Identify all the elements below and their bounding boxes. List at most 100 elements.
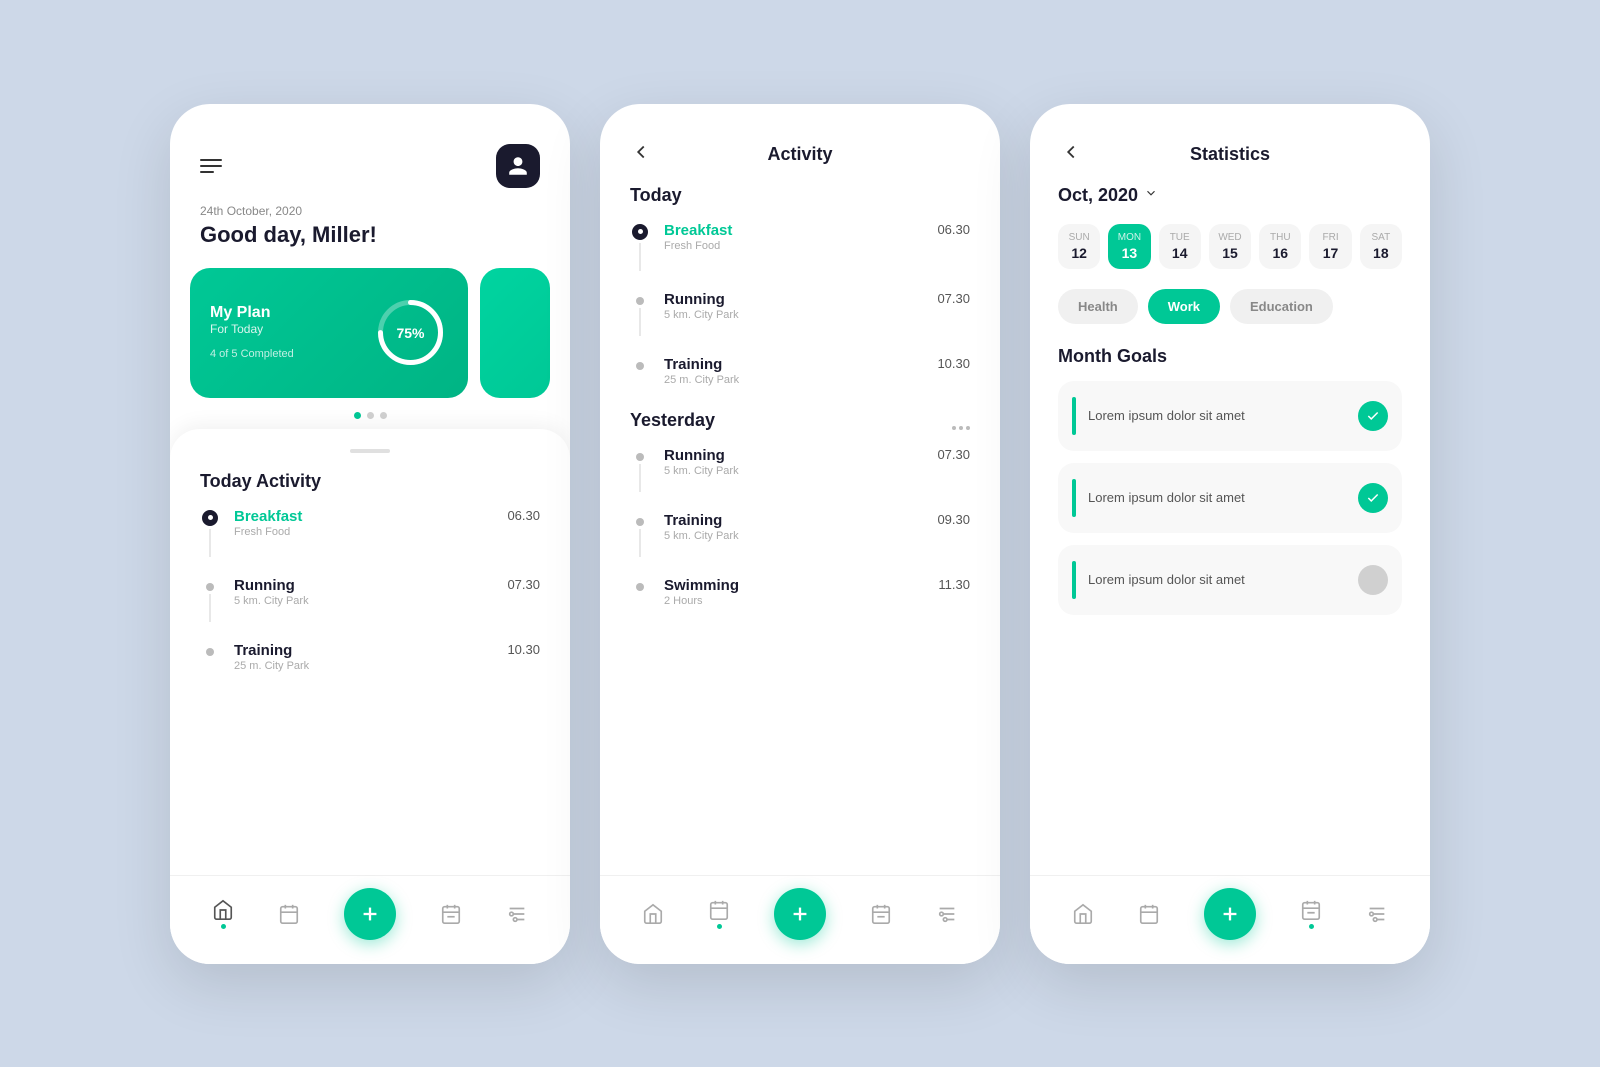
date-label: 24th October, 2020 (200, 204, 540, 218)
hamburger-menu[interactable] (200, 159, 222, 173)
goal-bar-2 (1072, 479, 1076, 517)
cal-day-name-mon: MON (1112, 232, 1146, 243)
nav-calendar-dot-2 (717, 924, 722, 929)
list-item: Running 5 km. City Park 07.30 (200, 577, 540, 622)
cal-day-num-sun: 12 (1062, 245, 1096, 261)
back-button-2[interactable] (630, 141, 652, 168)
dot-3[interactable] (380, 412, 387, 419)
yesterday-label: Yesterday (630, 410, 715, 431)
three-dots-menu[interactable] (952, 426, 970, 430)
list-item: Swimming 2 Hours 11.30 (630, 577, 970, 607)
cal-day-name-wed: WED (1213, 232, 1247, 243)
cal-day-num-sat: 18 (1364, 245, 1398, 261)
act-content-2: Running 5 km. City Park (234, 577, 507, 607)
phone-1: 24th October, 2020 Good day, Miller! My … (170, 104, 570, 964)
list-item: Running 5 km. City Park 07.30 (630, 447, 970, 492)
nav-add-button-2[interactable] (774, 888, 826, 940)
plan-title: My Plan (210, 304, 294, 322)
nav-home-3[interactable] (1072, 903, 1094, 925)
act-sub-y3: 2 Hours (664, 595, 938, 607)
act-time-t2: 07.30 (937, 291, 970, 306)
chevron-down-icon[interactable] (1144, 186, 1158, 205)
act-content-y2: Training 5 km. City Park (664, 512, 937, 542)
goal-check-3[interactable] (1358, 565, 1388, 595)
act-circle-dot-2 (206, 583, 214, 591)
act-name-t1: Breakfast (664, 222, 937, 239)
plan-card-text: My Plan For Today 4 of 5 Completed (210, 304, 294, 362)
nav-settings[interactable] (506, 903, 528, 925)
nav-tasks-3[interactable] (1300, 899, 1322, 929)
cal-day-num-fri: 17 (1313, 245, 1347, 261)
tab-health[interactable]: Health (1058, 289, 1138, 324)
act-sub-t3: 25 m. City Park (664, 374, 937, 386)
act-content-1: Breakfast Fresh Food (234, 508, 507, 538)
bottom-nav-2 (600, 875, 1000, 964)
back-button-3[interactable] (1060, 141, 1082, 168)
goal-check-2[interactable] (1358, 483, 1388, 513)
tab-work[interactable]: Work (1148, 289, 1220, 324)
nav-settings-2[interactable] (936, 903, 958, 925)
nav-add-button[interactable] (344, 888, 396, 940)
greeting-section: 24th October, 2020 Good day, Miller! (170, 204, 570, 268)
act-name-2: Running (234, 577, 507, 594)
act-icon-y2 (630, 514, 650, 557)
cal-day-name-fri: FRI (1313, 232, 1347, 243)
goal-check-1[interactable] (1358, 401, 1388, 431)
cal-day-sat[interactable]: SAT 18 (1360, 224, 1402, 269)
act-icon-t2 (630, 293, 650, 336)
cal-day-fri[interactable]: FRI 17 (1309, 224, 1351, 269)
nav-settings-3[interactable] (1366, 903, 1388, 925)
avatar-button[interactable] (496, 144, 540, 188)
nav-tasks-dot-3 (1309, 924, 1314, 929)
act-content-y1: Running 5 km. City Park (664, 447, 937, 477)
cal-day-num-mon: 13 (1112, 245, 1146, 261)
act-content-t2: Running 5 km. City Park (664, 291, 937, 321)
tab-education[interactable]: Education (1230, 289, 1333, 324)
nav-tasks[interactable] (440, 903, 462, 925)
cal-day-thu[interactable]: THU 16 (1259, 224, 1301, 269)
nav-calendar[interactable] (278, 903, 300, 925)
act-sub-3: 25 m. City Park (234, 660, 507, 672)
nav-home-dot (221, 924, 226, 929)
act-icon-t1 (630, 224, 650, 271)
act-name-y2: Training (664, 512, 937, 529)
activity-panel: Today Activity Breakfast Fresh Food 06.3… (170, 429, 570, 875)
today-label: Today (630, 185, 970, 206)
nav-home[interactable] (212, 899, 234, 929)
cal-day-tue[interactable]: TUE 14 (1159, 224, 1201, 269)
act-circle-t2 (636, 297, 644, 305)
goal-item-2: Lorem ipsum dolor sit amet (1058, 463, 1402, 533)
cal-day-wed[interactable]: WED 15 (1209, 224, 1251, 269)
act-circle-y2 (636, 518, 644, 526)
month-row: Oct, 2020 (1058, 185, 1402, 206)
act-name-y3: Swimming (664, 577, 938, 594)
plan-card[interactable]: My Plan For Today 4 of 5 Completed 75% (190, 268, 468, 398)
goal-bar-3 (1072, 561, 1076, 599)
act-name-t2: Running (664, 291, 937, 308)
act-time-1: 06.30 (507, 508, 540, 523)
act-time-y3: 11.30 (938, 577, 970, 592)
phone3-header: Statistics (1030, 104, 1430, 185)
phone-2: Activity Today Breakfast Fresh Food 06.3… (600, 104, 1000, 964)
bottom-nav-3 (1030, 875, 1430, 964)
act-icon-2 (200, 579, 220, 622)
greeting-text: Good day, Miller! (200, 222, 540, 248)
nav-home-2[interactable] (642, 903, 664, 925)
act-content-3: Training 25 m. City Park (234, 642, 507, 672)
act-sub-1: Fresh Food (234, 526, 507, 538)
nav-calendar-3[interactable] (1138, 903, 1160, 925)
activity-content: Today Breakfast Fresh Food 06.30 (600, 185, 1000, 875)
plus-icon-3 (1219, 903, 1241, 925)
nav-tasks-2[interactable] (870, 903, 892, 925)
plan-card-mini (480, 268, 550, 398)
dot-2[interactable] (367, 412, 374, 419)
drag-handle[interactable] (350, 449, 390, 453)
goal-item-3: Lorem ipsum dolor sit amet (1058, 545, 1402, 615)
dot-1[interactable] (354, 412, 361, 419)
nav-add-button-3[interactable] (1204, 888, 1256, 940)
progress-circle: 75% (373, 295, 448, 370)
cal-day-mon[interactable]: MON 13 (1108, 224, 1150, 269)
cal-day-sun[interactable]: SUN 12 (1058, 224, 1100, 269)
act-name-1: Breakfast (234, 508, 507, 525)
nav-calendar-2[interactable] (708, 899, 730, 929)
